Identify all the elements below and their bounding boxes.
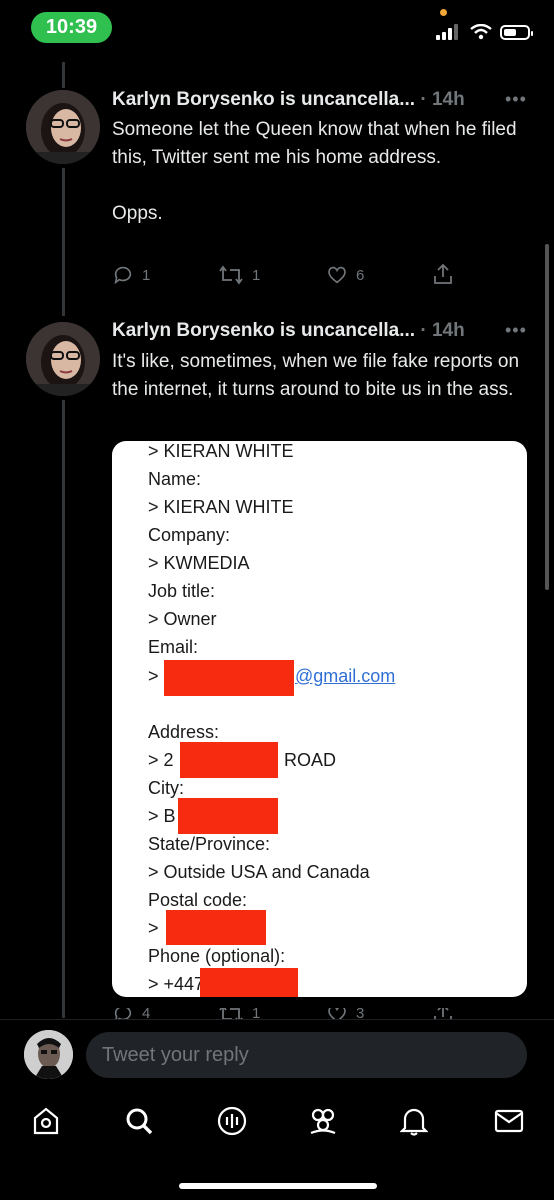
retweet-count: 1 <box>252 1008 261 1019</box>
tweet-text: It's like, sometimes, when we file fake … <box>112 351 520 400</box>
doc-line: Address: <box>148 722 220 742</box>
share-icon <box>434 263 452 284</box>
battery-icon <box>500 24 533 40</box>
doc-address-suffix: ROAD <box>284 750 337 770</box>
retweet-action[interactable]: 1 <box>218 1008 260 1019</box>
like-action[interactable]: 3 <box>326 1008 364 1019</box>
tweet-author-name[interactable]: Karlyn Borysenko is uncancella... · 14h <box>112 320 465 342</box>
thread-line-mid <box>62 168 65 316</box>
redaction-block <box>180 742 278 778</box>
tweet-text: Someone let the Queen know that when he … <box>112 119 517 224</box>
more-options-icon[interactable]: ••• <box>505 320 527 341</box>
heart-icon <box>328 266 346 284</box>
doc-line: Name: <box>148 469 202 489</box>
heart-icon <box>328 1008 346 1019</box>
like-action[interactable]: 6 <box>326 264 364 286</box>
tweet-time: · 14h <box>420 320 465 341</box>
doc-line: Company: <box>148 525 231 545</box>
doc-address-prefix: > 2 <box>148 750 174 770</box>
reply-input[interactable]: Tweet your reply <box>86 1032 527 1078</box>
notifications-icon[interactable] <box>399 1106 429 1141</box>
redaction-block <box>200 968 298 997</box>
thread-line-top <box>62 62 65 88</box>
retweet-count: 1 <box>252 266 261 284</box>
messages-icon[interactable] <box>494 1108 524 1139</box>
share-action[interactable] <box>432 262 454 286</box>
home-icon[interactable] <box>32 1106 60 1141</box>
redaction-block <box>164 660 294 696</box>
doc-phone-prefix: > +447 <box>148 974 205 994</box>
doc-line: > Owner <box>148 609 217 629</box>
doc-line: City: <box>148 778 184 798</box>
doc-line: Postal code: <box>148 890 248 910</box>
doc-email-prefix: > <box>148 666 159 686</box>
reply-icon <box>114 1008 132 1019</box>
spaces-icon[interactable] <box>216 1105 248 1142</box>
like-count: 6 <box>356 266 365 284</box>
status-time: 10:39 <box>31 12 112 43</box>
share-action[interactable] <box>432 1008 454 1019</box>
reply-count: 4 <box>142 1008 151 1019</box>
doc-line: > KIERAN WHITE <box>148 497 294 517</box>
my-avatar[interactable] <box>24 1030 73 1079</box>
like-count: 3 <box>356 1008 365 1019</box>
tweet-time: · 14h <box>420 89 465 110</box>
tweet-image[interactable]: > KIERAN WHITE Name: > KIERAN WHITE Comp… <box>112 441 527 997</box>
search-icon[interactable] <box>124 1106 154 1141</box>
share-icon <box>434 1008 452 1019</box>
doc-line: Job title: <box>148 581 216 601</box>
doc-city-prefix: > B <box>148 806 176 826</box>
signal-icon <box>436 24 458 40</box>
doc-postal-prefix: > <box>148 918 159 938</box>
wifi-icon <box>470 24 492 40</box>
reply-icon <box>114 266 132 285</box>
doc-line: State/Province: <box>148 834 271 854</box>
doc-line: Phone (optional): <box>148 946 286 966</box>
redaction-block <box>178 798 278 834</box>
retweet-action[interactable]: 1 <box>218 264 260 286</box>
author-avatar[interactable] <box>26 90 100 164</box>
retweet-icon <box>219 1008 243 1019</box>
doc-line: Email: <box>148 637 199 657</box>
tweet-author-name[interactable]: Karlyn Borysenko is uncancella... · 14h <box>112 89 465 111</box>
doc-line: > KWMEDIA <box>148 553 250 573</box>
home-indicator[interactable] <box>179 1183 377 1189</box>
thread-line-bottom <box>62 400 65 1018</box>
scrollbar[interactable] <box>545 244 549 590</box>
mic-indicator-dot <box>440 9 447 16</box>
more-options-icon[interactable]: ••• <box>505 89 527 110</box>
doc-line: > KIERAN WHITE <box>148 441 294 461</box>
doc-email-domain: @gmail.com <box>295 666 396 686</box>
author-avatar[interactable] <box>26 322 100 396</box>
reply-action[interactable]: 1 <box>112 264 150 286</box>
communities-icon[interactable] <box>307 1106 339 1141</box>
reply-count: 1 <box>142 266 151 284</box>
reply-action[interactable]: 4 <box>112 1008 150 1019</box>
doc-line: > Outside USA and Canada <box>148 862 370 882</box>
status-icons <box>436 20 533 44</box>
redaction-block <box>166 910 266 945</box>
retweet-icon <box>219 265 243 285</box>
